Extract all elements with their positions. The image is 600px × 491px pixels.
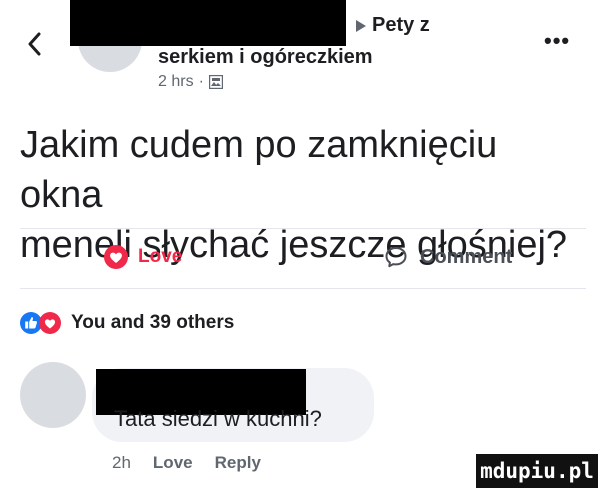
chevron-left-icon[interactable] [24, 26, 44, 62]
love-label: Love [138, 246, 183, 267]
watermark: mdupiu.pl [476, 454, 598, 488]
page-name[interactable]: Pety z [356, 14, 430, 37]
comment-icon [385, 247, 407, 268]
love-reaction-icon [104, 245, 128, 269]
post-meta: 2 hrs · [158, 73, 224, 91]
page-name-text[interactable]: Pety z [372, 14, 430, 37]
reactions-summary-text: You and 39 others [71, 312, 235, 333]
comment-time[interactable]: 2h [112, 453, 131, 473]
comment-button[interactable]: Comment [384, 245, 512, 269]
photo-icon [208, 74, 224, 90]
meta-separator: · [198, 73, 204, 90]
commenter-avatar[interactable] [20, 362, 86, 428]
divider [20, 288, 586, 289]
comment-love-link[interactable]: Love [153, 453, 193, 473]
more-options-icon[interactable]: ••• [544, 28, 570, 54]
love-button[interactable]: Love [104, 245, 182, 269]
reactions-summary[interactable]: You and 39 others [20, 312, 234, 334]
love-reaction-icon [39, 312, 61, 334]
redacted-name-block [70, 0, 346, 46]
comment-label: Comment [420, 245, 513, 268]
page-name-line2[interactable]: serkiem i ogóreczkiem [158, 46, 373, 69]
divider [20, 228, 586, 229]
reaction-icons [20, 312, 61, 334]
comment-footer: 2h Love Reply [112, 453, 261, 473]
arrow-right-icon [356, 19, 366, 32]
comment-text: Tata siedzi w kuchni? [114, 406, 322, 431]
post-text-line-1: Jakim cudem po zamknięciu okna [20, 124, 498, 216]
post-time[interactable]: 2 hrs [158, 73, 194, 91]
comment-reply-link[interactable]: Reply [215, 453, 261, 473]
